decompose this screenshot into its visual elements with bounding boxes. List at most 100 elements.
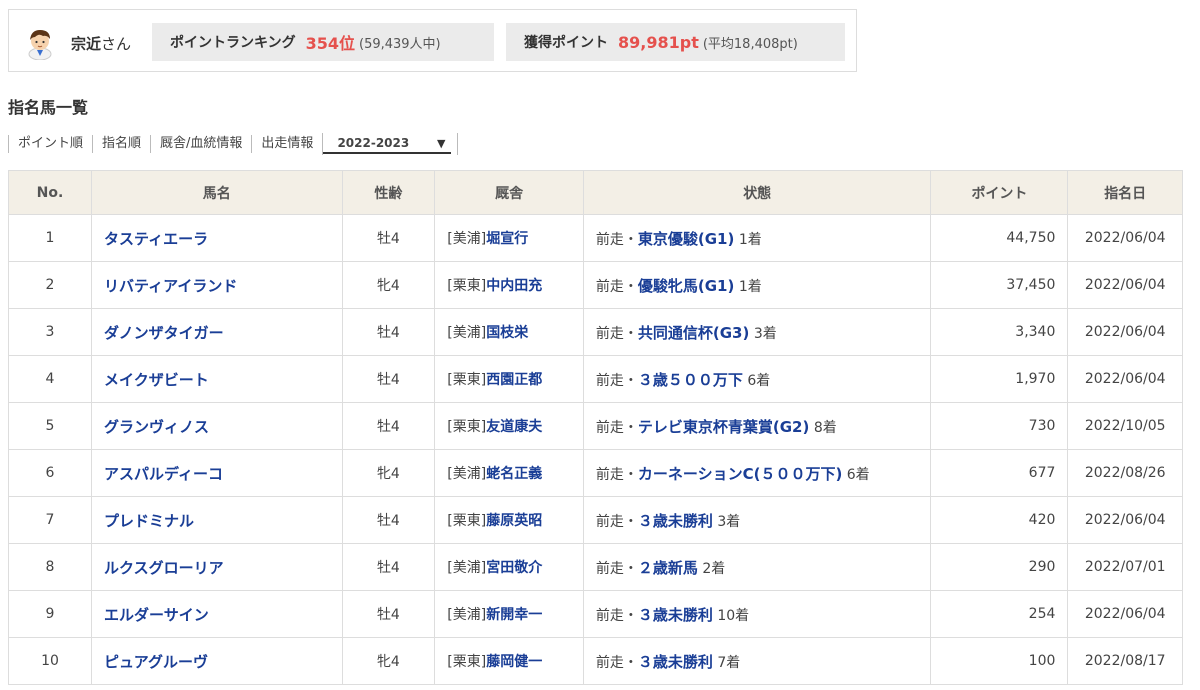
- sex-age: 牝4: [341, 637, 436, 685]
- header-horse-name: 馬名: [91, 170, 343, 215]
- trainer-link[interactable]: 蛯名正義: [486, 466, 542, 482]
- points: 3,340: [930, 308, 1069, 356]
- sex-age: 牡4: [341, 308, 436, 356]
- race-link[interactable]: ３歳未勝利: [638, 512, 713, 530]
- race-link[interactable]: 東京優駿(G1): [638, 230, 734, 248]
- sort-by-points[interactable]: ポイント順: [8, 135, 92, 153]
- status-prefix: 前走・: [595, 372, 638, 389]
- horse-name-link[interactable]: ピュアグルーヴ: [104, 653, 208, 671]
- status-cell: 前走・共同通信杯(G3) 3着: [582, 308, 932, 356]
- chevron-down-icon: ▼: [436, 136, 446, 150]
- trainer-link[interactable]: 中内田充: [486, 278, 542, 294]
- row-no: 10: [7, 637, 93, 685]
- horse-name-link[interactable]: プレドミナル: [104, 512, 194, 530]
- race-place: 3着: [717, 513, 741, 530]
- stable-region: [栗東]: [447, 372, 487, 388]
- points: 254: [930, 590, 1069, 638]
- nomination-date: 2022/06/04: [1067, 261, 1183, 309]
- header-sex-age: 性齢: [341, 170, 436, 215]
- horse-name-link[interactable]: メイクザビート: [104, 371, 209, 389]
- status-prefix: 前走・: [595, 278, 638, 295]
- status-cell: 前走・３歳未勝利 10着: [582, 590, 932, 638]
- horse-name-link[interactable]: エルダーサイン: [104, 606, 209, 624]
- sort-bar: ポイント順 指名順 厩舎/血統情報 出走情報 2022-2023 ▼: [8, 133, 459, 155]
- trainer-link[interactable]: 藤岡健一: [486, 654, 542, 670]
- race-link[interactable]: ３歳５００万下: [638, 371, 743, 389]
- user-name: 宗近さん: [71, 33, 131, 54]
- horse-name-cell: ルクスグローリア: [91, 543, 343, 591]
- stable-region: [栗東]: [447, 513, 487, 529]
- table-row: 9 エルダーサイン 牡4 [美浦]新開幸一 前走・３歳未勝利 10着 254 2…: [7, 590, 1183, 638]
- horse-name-cell: プレドミナル: [91, 496, 343, 544]
- stable-pedigree-info[interactable]: 厩舎/血統情報: [150, 135, 251, 153]
- race-link[interactable]: ２歳新馬: [638, 559, 698, 577]
- trainer-link[interactable]: 藤原英昭: [486, 513, 542, 529]
- horse-name-link[interactable]: タスティエーラ: [104, 230, 208, 248]
- trainer-link[interactable]: 新開幸一: [486, 607, 542, 623]
- stable-region: [美浦]: [447, 607, 487, 623]
- points-stat: 獲得ポイント 89,981pt (平均18,408pt): [506, 23, 845, 61]
- horse-name-cell: メイクザビート: [91, 355, 343, 403]
- status-prefix: 前走・: [595, 466, 638, 483]
- stable-cell: [美浦]堀宣行: [434, 214, 584, 262]
- table-row: 4 メイクザビート 牡4 [栗東]西園正都 前走・３歳５００万下 6着 1,97…: [7, 355, 1183, 403]
- nomination-date: 2022/06/04: [1067, 214, 1183, 262]
- horse-name-cell: グランヴィノス: [91, 402, 343, 450]
- season-select[interactable]: 2022-2023 ▼: [322, 133, 459, 155]
- race-link[interactable]: ３歳未勝利: [638, 653, 713, 671]
- table-row: 6 アスパルディーコ 牝4 [美浦]蛯名正義 前走・カーネーションC(５００万下…: [7, 449, 1183, 497]
- season-select-box[interactable]: 2022-2023 ▼: [323, 134, 452, 154]
- stable-region: [美浦]: [447, 466, 487, 482]
- trainer-link[interactable]: 宮田敬介: [486, 560, 542, 576]
- horse-name-link[interactable]: アスパルディーコ: [104, 465, 223, 483]
- points: 100: [930, 637, 1069, 685]
- status-cell: 前走・カーネーションC(５００万下) 6着: [582, 449, 932, 497]
- trainer-link[interactable]: 国枝栄: [486, 325, 528, 341]
- horse-name-link[interactable]: リバティアイランド: [104, 277, 237, 295]
- status-prefix: 前走・: [595, 231, 638, 248]
- header-points: ポイント: [930, 170, 1069, 215]
- points: 44,750: [930, 214, 1069, 262]
- horse-table: No. 馬名 性齢 厩舎 状態 ポイント 指名日 1 タスティエーラ 牡4 [美…: [7, 170, 1183, 685]
- row-no: 9: [7, 590, 93, 638]
- race-link[interactable]: ３歳未勝利: [638, 606, 713, 624]
- trainer-link[interactable]: 堀宣行: [486, 231, 528, 247]
- status-prefix: 前走・: [595, 513, 638, 530]
- race-place: 7着: [717, 654, 741, 671]
- stable-region: [栗東]: [447, 419, 487, 435]
- race-link[interactable]: テレビ東京杯青葉賞(G2): [638, 418, 809, 436]
- table-row: 3 ダノンザタイガー 牡4 [美浦]国枝栄 前走・共同通信杯(G3) 3着 3,…: [7, 308, 1183, 356]
- race-link[interactable]: 優駿牝馬(G1): [638, 277, 734, 295]
- header-stable: 厩舎: [434, 170, 584, 215]
- stable-cell: [美浦]宮田敬介: [434, 543, 584, 591]
- nomination-date: 2022/06/04: [1067, 496, 1183, 544]
- status-prefix: 前走・: [595, 325, 638, 342]
- row-no: 6: [7, 449, 93, 497]
- horse-name-link[interactable]: ダノンザタイガー: [104, 324, 224, 342]
- stable-cell: [栗東]藤原英昭: [434, 496, 584, 544]
- row-no: 7: [7, 496, 93, 544]
- race-link[interactable]: 共同通信杯(G3): [638, 324, 749, 342]
- nomination-date: 2022/06/04: [1067, 355, 1183, 403]
- sort-by-nomination[interactable]: 指名順: [92, 135, 150, 153]
- nomination-date: 2022/08/26: [1067, 449, 1183, 497]
- user-honorific: さん: [101, 35, 132, 53]
- race-place: 8着: [813, 419, 837, 436]
- horse-name-link[interactable]: ルクスグローリア: [104, 559, 224, 577]
- horse-name-cell: リバティアイランド: [91, 261, 343, 309]
- race-link[interactable]: カーネーションC(５００万下): [638, 465, 842, 483]
- section-title: 指名馬一覧: [8, 98, 89, 117]
- trainer-link[interactable]: 西園正都: [486, 372, 542, 388]
- points: 290: [930, 543, 1069, 591]
- horse-name-cell: アスパルディーコ: [91, 449, 343, 497]
- trainer-link[interactable]: 友道康夫: [486, 419, 542, 435]
- race-entry-info[interactable]: 出走情報: [251, 135, 322, 153]
- sex-age: 牝4: [341, 449, 436, 497]
- stable-cell: [栗東]西園正都: [434, 355, 584, 403]
- table-row: 7 プレドミナル 牡4 [栗東]藤原英昭 前走・３歳未勝利 3着 420 202…: [7, 496, 1183, 544]
- horse-name-link[interactable]: グランヴィノス: [104, 418, 209, 436]
- points: 37,450: [930, 261, 1069, 309]
- status-cell: 前走・優駿牝馬(G1) 1着: [582, 261, 932, 309]
- race-place: 10着: [717, 607, 750, 624]
- profile-box: 宗近さん ポイントランキング 354位 (59,439人中) 獲得ポイント 89…: [8, 9, 857, 72]
